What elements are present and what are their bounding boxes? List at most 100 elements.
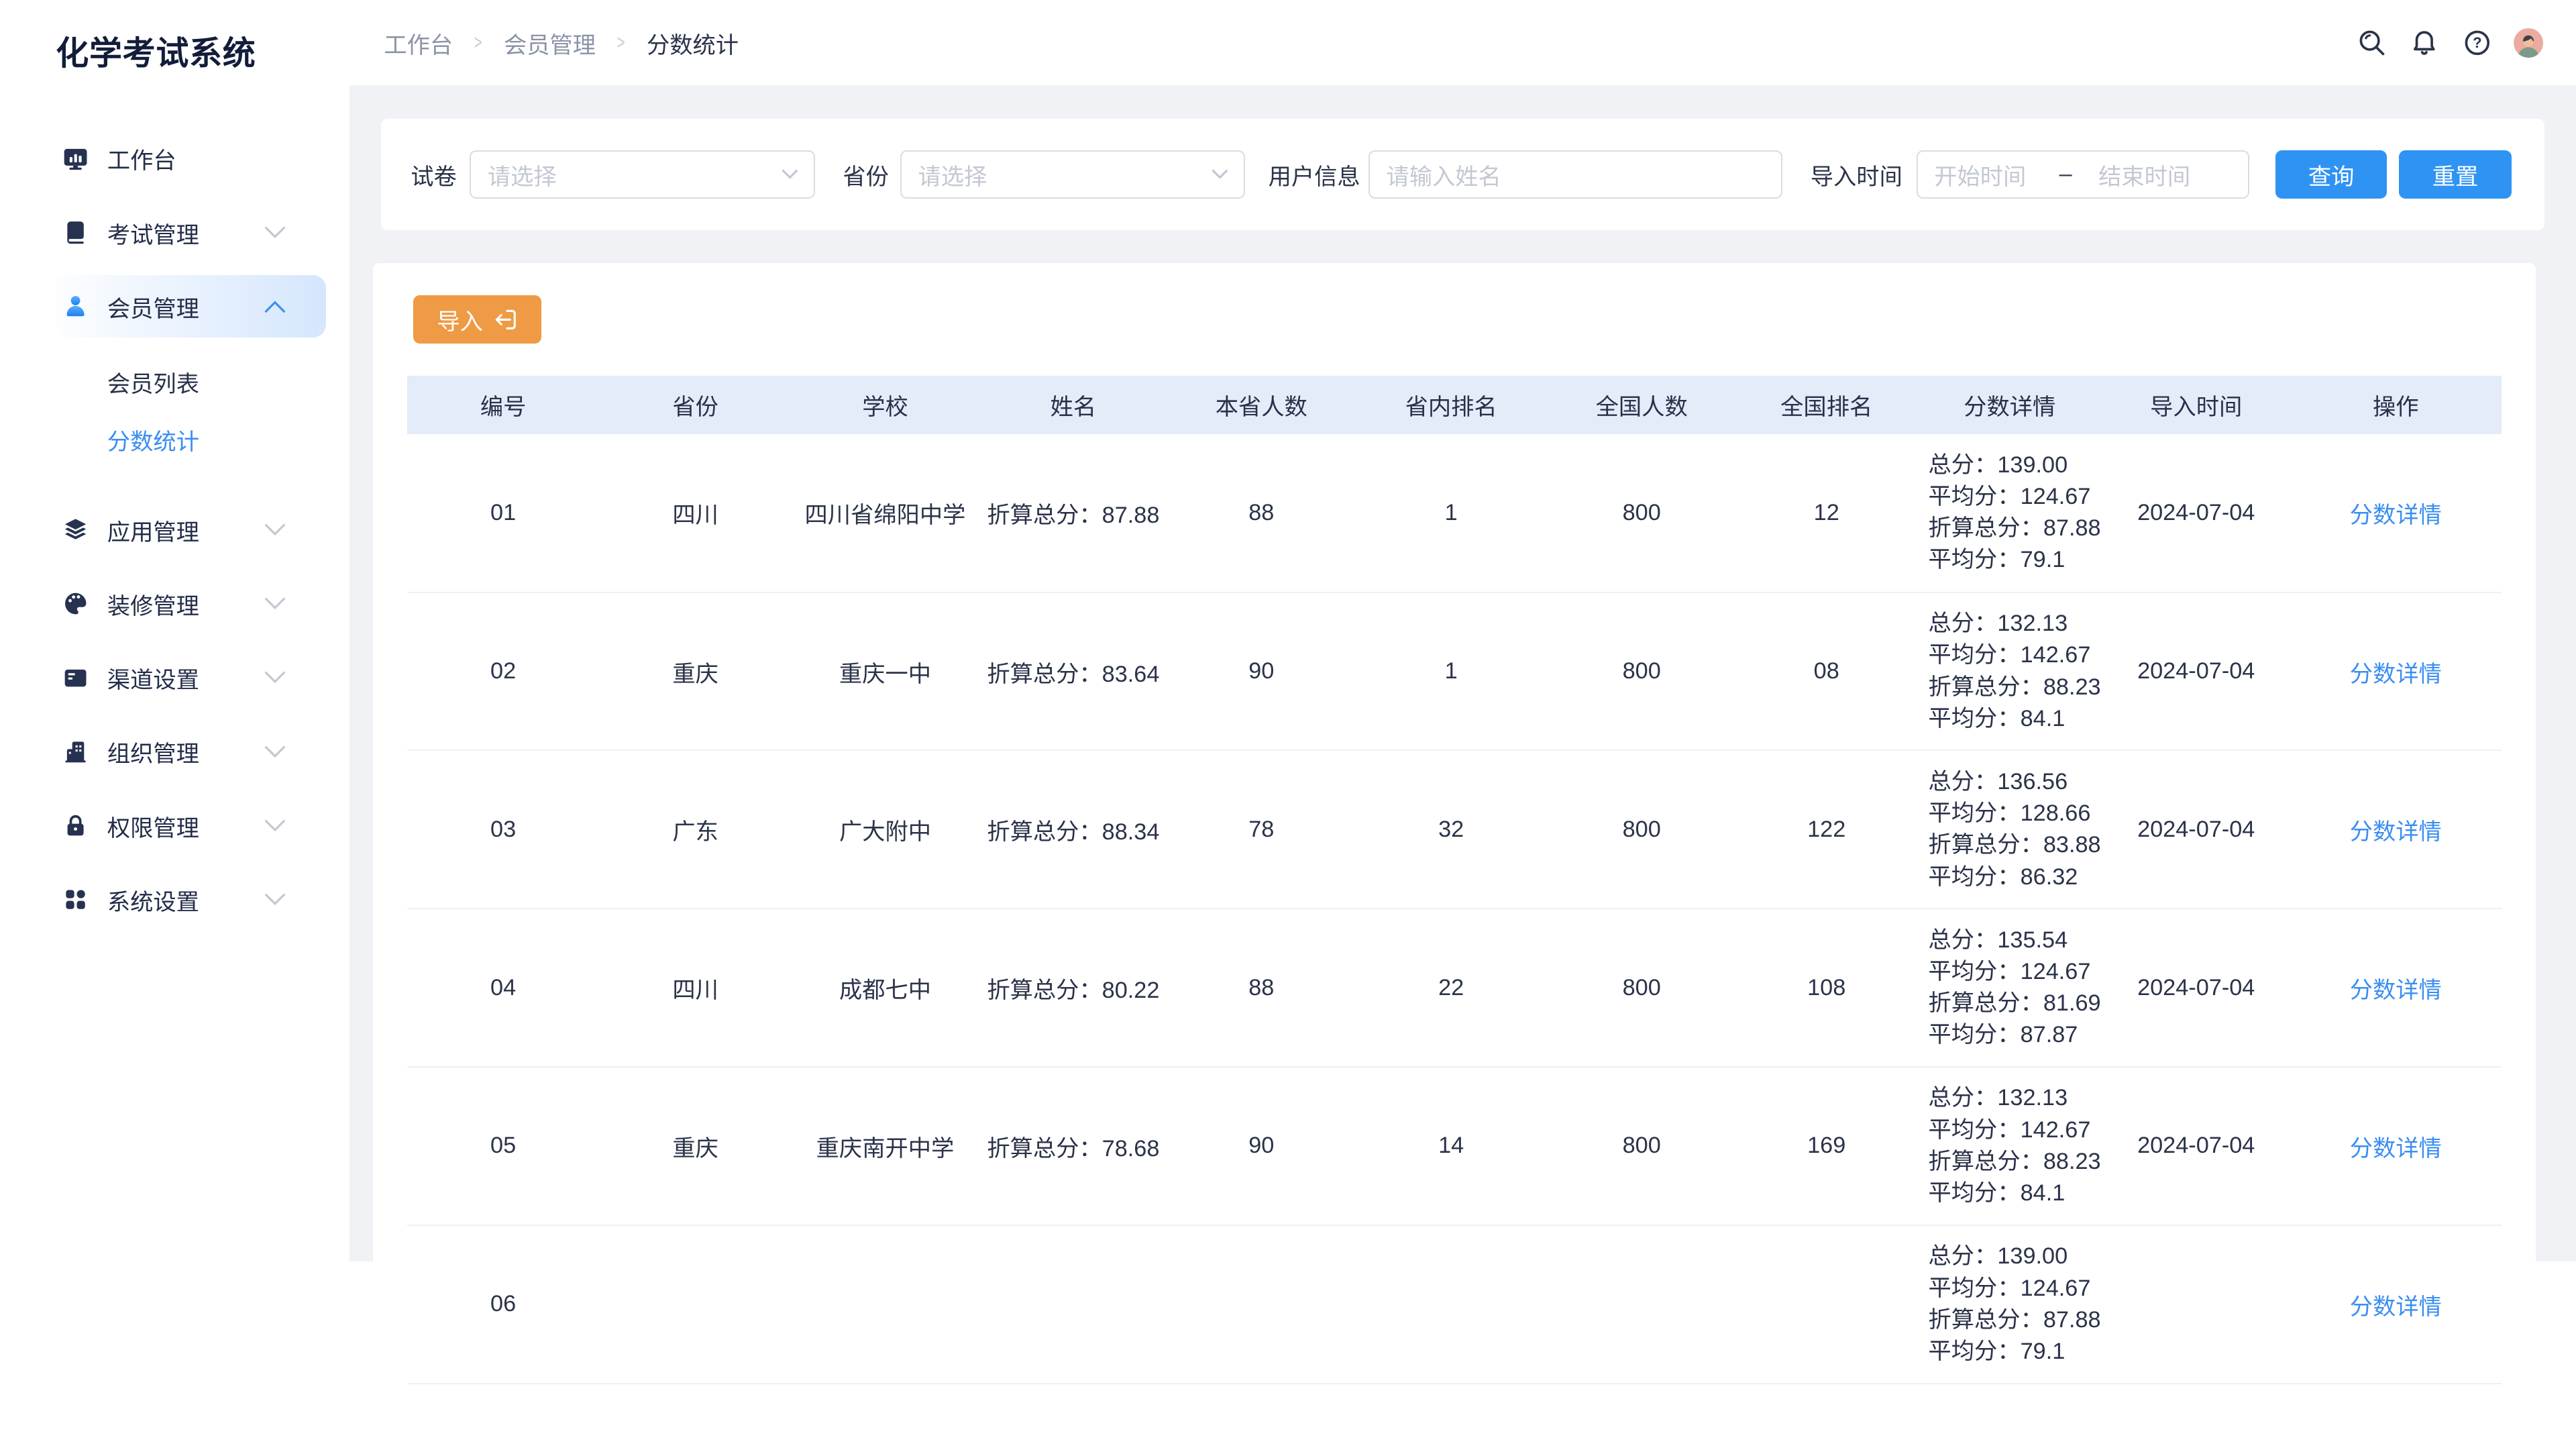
cell-name: 折算总分：80.22: [979, 909, 1168, 1067]
svg-text:?: ?: [2473, 34, 2481, 51]
help-icon[interactable]: ?: [2463, 29, 2491, 57]
user-name-input[interactable]: 请输入姓名: [1368, 150, 1782, 199]
submenu: 会员列表分数统计: [0, 344, 350, 493]
cell-school: 广大附中: [792, 750, 979, 909]
cell-id: 02: [407, 592, 600, 751]
search-button[interactable]: 查询: [2275, 150, 2387, 199]
sidebar-item-3[interactable]: 应用管理: [0, 493, 350, 567]
sidebar-item-6[interactable]: 组织管理: [0, 715, 350, 788]
cell-province: [599, 1225, 792, 1384]
chevron-down-icon: [264, 226, 286, 240]
cell-school: 四川省绵阳中学: [792, 434, 979, 592]
import-button[interactable]: 导入: [413, 295, 541, 344]
apps-icon: [62, 517, 89, 543]
sidebar: 化学考试系统 工作台考试管理会员管理会员列表分数统计应用管理装修管理渠道设置组织…: [0, 0, 350, 1261]
app-logo: 化学考试系统: [56, 27, 256, 74]
lock-icon: [62, 813, 89, 839]
score-line: 总分：139.00: [1929, 1241, 2103, 1272]
breadcrumb-separator: >: [474, 32, 482, 54]
sidebar-subitem-会员列表[interactable]: 会员列表: [0, 354, 350, 411]
sidebar-item-8[interactable]: 系统设置: [0, 863, 350, 937]
cell-national-rank: 169: [1736, 1067, 1917, 1225]
sidebar-item-label: 系统设置: [107, 883, 199, 917]
bell-icon[interactable]: [2410, 29, 2438, 57]
sidebar-item-2[interactable]: 会员管理: [0, 270, 350, 344]
org-icon: [62, 739, 89, 765]
reset-button[interactable]: 重置: [2399, 150, 2512, 199]
cell-action: 分数详情: [2290, 592, 2502, 751]
chevron-down-icon: [1211, 168, 1229, 180]
score-detail-link[interactable]: 分数详情: [2350, 662, 2442, 687]
breadcrumb-item-2: 分数统计: [647, 26, 739, 60]
cell-name: 折算总分：88.34: [979, 750, 1168, 909]
sidebar-item-7[interactable]: 权限管理: [0, 788, 350, 862]
cell-id: 01: [407, 434, 600, 592]
score-line: 总分：139.00: [1929, 450, 2103, 481]
cell-school: 成都七中: [792, 909, 979, 1067]
search-icon[interactable]: [2358, 29, 2386, 57]
column-header: 全国人数: [1547, 376, 1736, 434]
import-time-label: 导入时间: [1811, 150, 1902, 199]
filter-panel: 试卷 请选择 省份 请选择 用户信息 请输入姓名 导入时间 开始时间 – 结束时…: [381, 119, 2544, 230]
date-range-input[interactable]: 开始时间 – 结束时间: [1917, 150, 2249, 199]
sidebar-item-label: 组织管理: [107, 735, 199, 768]
cell-province-count: 88: [1168, 434, 1355, 592]
score-detail-link[interactable]: 分数详情: [2350, 1294, 2442, 1320]
score-line: 平均分：142.67: [1929, 1115, 2103, 1146]
chevron-down-icon: [781, 168, 799, 180]
table-row: 06总分：139.00平均分：124.67折算总分：87.88平均分：79.1分…: [407, 1225, 2502, 1384]
score-line: 平均分：84.1: [1929, 703, 2103, 735]
score-line: 平均分：86.32: [1929, 862, 2103, 893]
province-select[interactable]: 请选择: [900, 150, 1245, 199]
sidebar-subitem-分数统计[interactable]: 分数统计: [0, 411, 350, 468]
chevron-down-icon: [264, 597, 286, 611]
cell-province-rank: 22: [1355, 909, 1548, 1067]
cell-import-time: 2024-07-04: [2102, 434, 2290, 592]
sidebar-menu: 工作台考试管理会员管理会员列表分数统计应用管理装修管理渠道设置组织管理权限管理系…: [0, 121, 350, 937]
score-line: 平均分：79.1: [1929, 1336, 2103, 1367]
cell-import-time: 2024-07-04: [2102, 750, 2290, 909]
score-detail-link[interactable]: 分数详情: [2350, 503, 2442, 528]
column-header: 导入时间: [2102, 376, 2290, 434]
score-line: 折算总分：88.23: [1929, 672, 2103, 703]
cell-school: 重庆一中: [792, 592, 979, 751]
breadcrumb-item-1[interactable]: 会员管理: [504, 26, 596, 60]
sidebar-item-1[interactable]: 考试管理: [0, 195, 350, 269]
channel-icon: [62, 665, 89, 691]
cell-id: 04: [407, 909, 600, 1067]
score-line: 总分：132.13: [1929, 608, 2103, 639]
score-detail-link[interactable]: 分数详情: [2350, 978, 2442, 1003]
score-line: 总分：132.13: [1929, 1082, 2103, 1114]
score-line: 折算总分：81.69: [1929, 988, 2103, 1019]
paper-select[interactable]: 请选择: [470, 150, 814, 199]
column-header: 学校: [792, 376, 979, 434]
cell-score-detail: 总分：132.13平均分：142.67折算总分：88.23平均分：84.1: [1917, 592, 2102, 751]
sidebar-item-0[interactable]: 工作台: [0, 121, 350, 195]
sidebar-item-4[interactable]: 装修管理: [0, 567, 350, 641]
sidebar-item-5[interactable]: 渠道设置: [0, 641, 350, 715]
cell-action: 分数详情: [2290, 909, 2502, 1067]
cell-action: 分数详情: [2290, 1225, 2502, 1384]
sidebar-item-label: 权限管理: [107, 809, 199, 843]
cell-national-count: 800: [1547, 434, 1736, 592]
sidebar-item-label: 工作台: [107, 142, 176, 175]
cell-import-time: [2102, 1225, 2290, 1384]
score-line: 总分：136.56: [1929, 766, 2103, 798]
workbench-icon: [62, 146, 89, 172]
score-detail-link[interactable]: 分数详情: [2350, 819, 2442, 845]
cell-province-rank: 14: [1355, 1067, 1548, 1225]
score-line: 平均分：124.67: [1929, 481, 2103, 513]
score-line: 总分：135.54: [1929, 925, 2103, 956]
sidebar-item-label: 装修管理: [107, 587, 199, 621]
table-row: 03广东广大附中折算总分：88.347832800122总分：136.56平均分…: [407, 750, 2502, 909]
score-detail-link[interactable]: 分数详情: [2350, 1136, 2442, 1161]
avatar[interactable]: [2514, 28, 2543, 58]
cell-province-count: 90: [1168, 592, 1355, 751]
score-line: 折算总分：87.88: [1929, 513, 2103, 544]
cell-id: 06: [407, 1225, 600, 1384]
chevron-down-icon: [264, 893, 286, 907]
breadcrumb-item-0[interactable]: 工作台: [384, 26, 453, 60]
cell-national-rank: 08: [1736, 592, 1917, 751]
score-line: 折算总分：87.88: [1929, 1304, 2103, 1336]
column-header: 全国排名: [1736, 376, 1917, 434]
